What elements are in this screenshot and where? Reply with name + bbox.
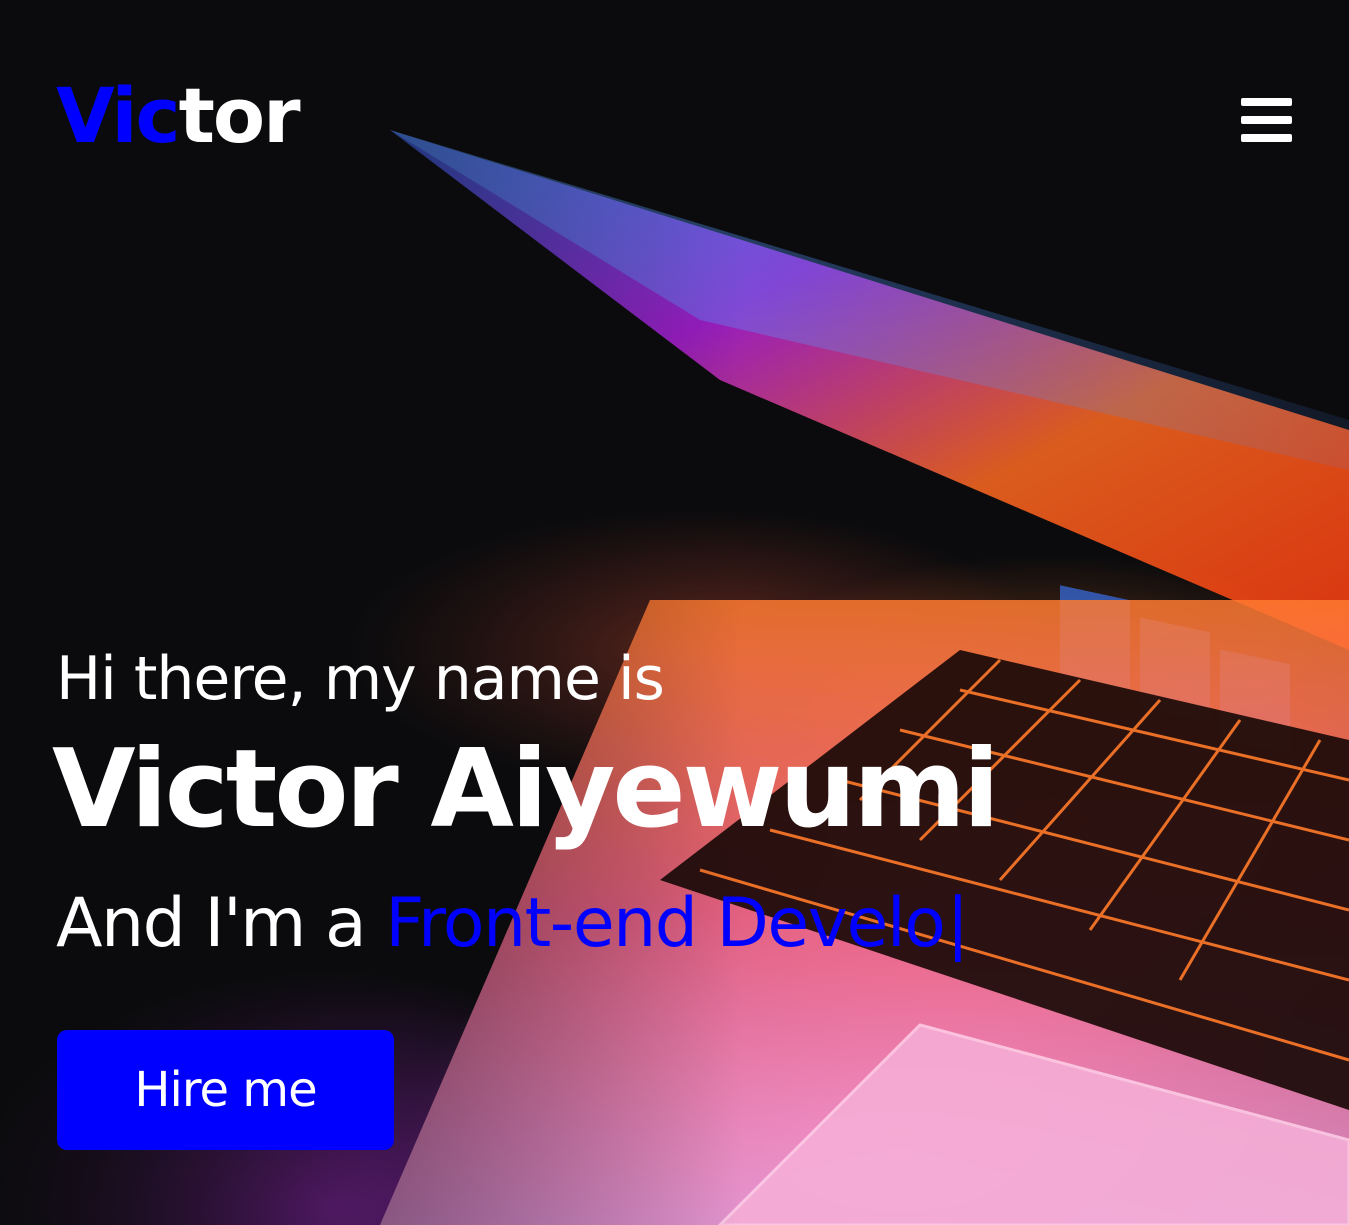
role-typed-text: Front-end Develo <box>385 884 946 963</box>
menu-bar <box>1241 98 1292 106</box>
typing-cursor: | <box>946 884 969 963</box>
menu-bar <box>1241 134 1292 142</box>
hire-me-button[interactable]: Hire me <box>57 1030 394 1150</box>
hero-role: And I'm a Front-end Develo| <box>56 884 969 963</box>
logo-accent-text: Vic <box>56 71 181 160</box>
hero-greeting: Hi there, my name is <box>56 644 665 714</box>
logo-rest-text: tor <box>178 71 301 160</box>
hero-name: Victor Aiyewumi <box>52 727 1000 852</box>
role-prefix: And I'm a <box>56 884 386 963</box>
menu-bar <box>1241 116 1292 124</box>
site-logo[interactable]: Victor <box>56 78 301 154</box>
hero-section: Victor Hi there, my name is Victor Aiyew… <box>0 0 1349 1225</box>
hamburger-menu-icon[interactable] <box>1238 96 1294 146</box>
